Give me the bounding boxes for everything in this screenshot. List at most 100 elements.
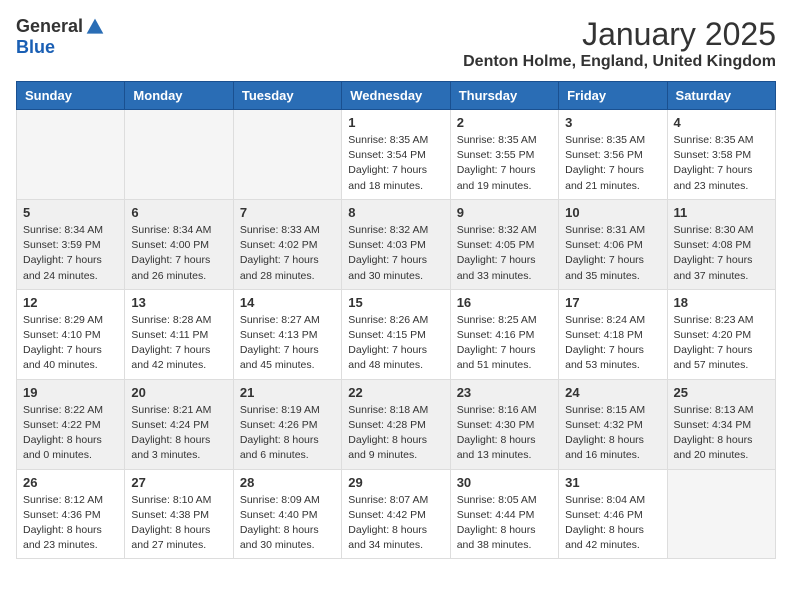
day-number: 3 [565, 115, 660, 130]
day-info: Sunrise: 8:27 AMSunset: 4:13 PMDaylight:… [240, 313, 335, 374]
day-number: 2 [457, 115, 552, 130]
day-info: Sunrise: 8:04 AMSunset: 4:46 PMDaylight:… [565, 493, 660, 554]
day-info: Sunrise: 8:12 AMSunset: 4:36 PMDaylight:… [23, 493, 118, 554]
day-info: Sunrise: 8:34 AMSunset: 3:59 PMDaylight:… [23, 223, 118, 284]
calendar-cell: 10Sunrise: 8:31 AMSunset: 4:06 PMDayligh… [559, 199, 667, 289]
calendar-cell: 17 Sunrise: 8:24 AMSunset: 4:18 PMDayligh… [559, 289, 667, 379]
logo-blue-text: Blue [16, 37, 55, 58]
day-number: 4 [674, 115, 769, 130]
day-number: 5 [23, 205, 118, 220]
day-number: 12 [23, 295, 118, 310]
day-info: Sunrise: 8:18 AMSunset: 4:28 PMDaylight:… [348, 403, 443, 464]
calendar-cell: 12 Sunrise: 8:29 AMSunset: 4:10 PMDayligh… [17, 289, 125, 379]
day-info: Sunrise: 8:35 AMSunset: 3:58 PMDaylight:… [674, 133, 769, 194]
col-header-sunday: Sunday [17, 82, 125, 110]
calendar-cell: 31 Sunrise: 8:04 AMSunset: 4:46 PMDayligh… [559, 469, 667, 559]
day-number: 8 [348, 205, 443, 220]
calendar-cell [233, 110, 341, 200]
day-info: Sunrise: 8:05 AMSunset: 4:44 PMDaylight:… [457, 493, 552, 554]
col-header-saturday: Saturday [667, 82, 775, 110]
day-info: Sunrise: 8:33 AMSunset: 4:02 PMDaylight:… [240, 223, 335, 284]
calendar-cell: 25 Sunrise: 8:13 AMSunset: 4:34 PMDayligh… [667, 379, 775, 469]
calendar-cell: 5 Sunrise: 8:34 AMSunset: 3:59 PMDaylight… [17, 199, 125, 289]
day-number: 14 [240, 295, 335, 310]
calendar-cell [17, 110, 125, 200]
day-number: 17 [565, 295, 660, 310]
calendar-cell: 28 Sunrise: 8:09 AMSunset: 4:40 PMDayligh… [233, 469, 341, 559]
calendar-cell: 9 Sunrise: 8:32 AMSunset: 4:05 PMDaylight… [450, 199, 558, 289]
calendar-cell: 22 Sunrise: 8:18 AMSunset: 4:28 PMDayligh… [342, 379, 450, 469]
day-number: 28 [240, 475, 335, 490]
day-number: 29 [348, 475, 443, 490]
logo-icon [85, 17, 105, 37]
day-number: 11 [674, 205, 769, 220]
day-info: Sunrise: 8:35 AMSunset: 3:54 PMDaylight:… [348, 133, 443, 194]
calendar-cell: 4 Sunrise: 8:35 AMSunset: 3:58 PMDaylight… [667, 110, 775, 200]
day-number: 22 [348, 385, 443, 400]
day-info: Sunrise: 8:28 AMSunset: 4:11 PMDaylight:… [131, 313, 226, 374]
day-info: Sunrise: 8:35 AMSunset: 3:56 PMDaylight:… [565, 133, 660, 194]
calendar-cell: 1 Sunrise: 8:35 AMSunset: 3:54 PMDaylight… [342, 110, 450, 200]
col-header-tuesday: Tuesday [233, 82, 341, 110]
day-number: 21 [240, 385, 335, 400]
day-number: 16 [457, 295, 552, 310]
day-info: Sunrise: 8:24 AMSunset: 4:18 PMDaylight:… [565, 313, 660, 374]
calendar-header-row: SundayMondayTuesdayWednesdayThursdayFrid… [17, 82, 776, 110]
calendar-cell: 27 Sunrise: 8:10 AMSunset: 4:38 PMDayligh… [125, 469, 233, 559]
day-info: Sunrise: 8:29 AMSunset: 4:10 PMDaylight:… [23, 313, 118, 374]
col-header-thursday: Thursday [450, 82, 558, 110]
day-number: 20 [131, 385, 226, 400]
title-block: January 2025 Denton Holme, England, Unit… [463, 16, 776, 71]
day-number: 6 [131, 205, 226, 220]
calendar-cell: 26 Sunrise: 8:12 AMSunset: 4:36 PMDayligh… [17, 469, 125, 559]
day-number: 25 [674, 385, 769, 400]
day-info: Sunrise: 8:34 AMSunset: 4:00 PMDaylight:… [131, 223, 226, 284]
day-info: Sunrise: 8:32 AMSunset: 4:05 PMDaylight:… [457, 223, 552, 284]
month-title: January 2025 [463, 16, 776, 53]
day-number: 26 [23, 475, 118, 490]
calendar-cell: 3 Sunrise: 8:35 AMSunset: 3:56 PMDaylight… [559, 110, 667, 200]
calendar-cell: 23 Sunrise: 8:16 AMSunset: 4:30 PMDayligh… [450, 379, 558, 469]
day-info: Sunrise: 8:07 AMSunset: 4:42 PMDaylight:… [348, 493, 443, 554]
calendar-cell: 16Sunrise: 8:25 AMSunset: 4:16 PMDayligh… [450, 289, 558, 379]
col-header-monday: Monday [125, 82, 233, 110]
day-number: 9 [457, 205, 552, 220]
calendar-cell: 8Sunrise: 8:32 AMSunset: 4:03 PMDaylight… [342, 199, 450, 289]
day-info: Sunrise: 8:15 AMSunset: 4:32 PMDaylight:… [565, 403, 660, 464]
calendar-cell: 14 Sunrise: 8:27 AMSunset: 4:13 PMDayligh… [233, 289, 341, 379]
day-info: Sunrise: 8:09 AMSunset: 4:40 PMDaylight:… [240, 493, 335, 554]
calendar-week-row: 12 Sunrise: 8:29 AMSunset: 4:10 PMDayligh… [17, 289, 776, 379]
day-info: Sunrise: 8:22 AMSunset: 4:22 PMDaylight:… [23, 403, 118, 464]
day-number: 19 [23, 385, 118, 400]
day-info: Sunrise: 8:13 AMSunset: 4:34 PMDaylight:… [674, 403, 769, 464]
calendar-cell: 15 Sunrise: 8:26 AMSunset: 4:15 PMDayligh… [342, 289, 450, 379]
calendar-cell: 29 Sunrise: 8:07 AMSunset: 4:42 PMDayligh… [342, 469, 450, 559]
calendar-week-row: 19 Sunrise: 8:22 AMSunset: 4:22 PMDayligh… [17, 379, 776, 469]
calendar-cell: 19 Sunrise: 8:22 AMSunset: 4:22 PMDayligh… [17, 379, 125, 469]
calendar-cell: 6 Sunrise: 8:34 AMSunset: 4:00 PMDaylight… [125, 199, 233, 289]
calendar-cell: 18Sunrise: 8:23 AMSunset: 4:20 PMDayligh… [667, 289, 775, 379]
calendar-cell [667, 469, 775, 559]
logo-general-text: General [16, 16, 83, 37]
calendar-cell: 7Sunrise: 8:33 AMSunset: 4:02 PMDaylight… [233, 199, 341, 289]
calendar-cell [125, 110, 233, 200]
day-number: 23 [457, 385, 552, 400]
day-number: 31 [565, 475, 660, 490]
day-info: Sunrise: 8:26 AMSunset: 4:15 PMDaylight:… [348, 313, 443, 374]
col-header-wednesday: Wednesday [342, 82, 450, 110]
day-info: Sunrise: 8:16 AMSunset: 4:30 PMDaylight:… [457, 403, 552, 464]
calendar-cell: 13 Sunrise: 8:28 AMSunset: 4:11 PMDayligh… [125, 289, 233, 379]
day-info: Sunrise: 8:19 AMSunset: 4:26 PMDaylight:… [240, 403, 335, 464]
day-number: 24 [565, 385, 660, 400]
day-number: 15 [348, 295, 443, 310]
day-info: Sunrise: 8:10 AMSunset: 4:38 PMDaylight:… [131, 493, 226, 554]
day-number: 13 [131, 295, 226, 310]
calendar-cell: 11Sunrise: 8:30 AMSunset: 4:08 PMDayligh… [667, 199, 775, 289]
day-number: 18 [674, 295, 769, 310]
calendar-cell: 21 Sunrise: 8:19 AMSunset: 4:26 PMDayligh… [233, 379, 341, 469]
day-number: 1 [348, 115, 443, 130]
calendar-week-row: 5 Sunrise: 8:34 AMSunset: 3:59 PMDaylight… [17, 199, 776, 289]
day-info: Sunrise: 8:31 AMSunset: 4:06 PMDaylight:… [565, 223, 660, 284]
calendar-cell: 2Sunrise: 8:35 AMSunset: 3:55 PMDaylight… [450, 110, 558, 200]
day-number: 27 [131, 475, 226, 490]
